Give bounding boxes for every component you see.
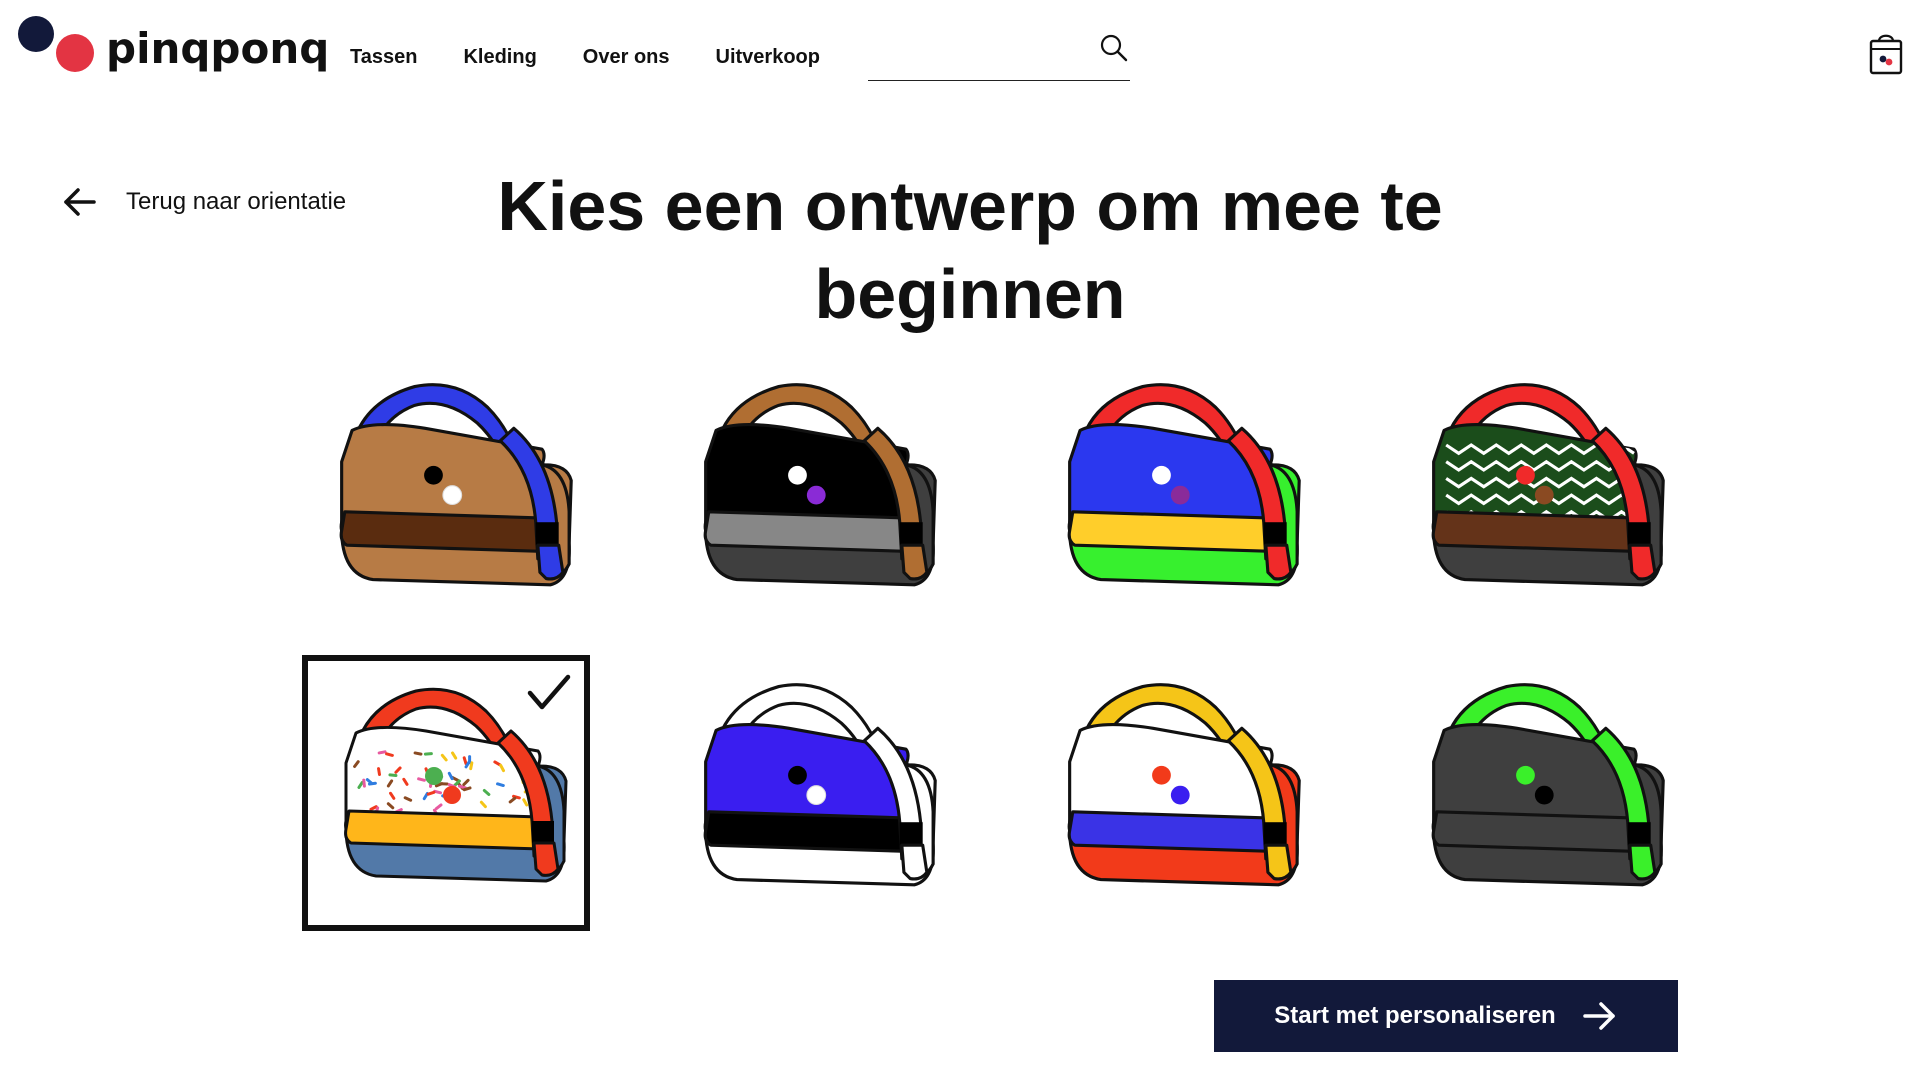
bag-illustration [1431,383,1665,587]
checkmark-icon [527,674,571,710]
design-option-5[interactable] [302,655,590,931]
logo-dots [16,14,96,74]
nav-item-uitverkoop[interactable]: Uitverkoop [716,46,820,69]
nav-item-tassen[interactable]: Tassen [350,46,417,69]
back-to-orientation-link[interactable]: Terug naar orientatie [60,182,346,222]
brand-logo[interactable]: pinqponq [16,14,329,74]
back-link-label: Terug naar orientatie [126,188,347,215]
start-personalizing-button[interactable]: Start met personaliseren [1214,980,1678,1052]
nav-item-kleding[interactable]: Kleding [463,46,536,69]
design-option-8[interactable] [1394,655,1682,931]
logo-dot-navy [18,16,54,52]
logo-dot-red [56,34,94,72]
design-option-4[interactable] [1394,355,1682,631]
bag-illustration [1067,683,1301,887]
bag-illustration [339,383,573,587]
bag-illustration [1067,383,1301,587]
design-option-1[interactable] [302,355,590,631]
bag-illustration [703,683,937,887]
bag-illustration [1431,683,1665,887]
cta-label: Start met personaliseren [1274,1002,1556,1029]
design-option-2[interactable] [666,355,954,631]
main-nav: Tassen Kleding Over ons Uitverkoop [350,46,866,69]
search-bar [868,26,1130,81]
search-icon[interactable] [1098,32,1130,64]
logo-wordmark: pinqponq [106,23,330,73]
design-option-6[interactable] [666,655,954,931]
nav-item-over-ons[interactable]: Over ons [583,46,670,69]
arrow-left-icon [64,188,96,216]
search-input[interactable] [868,32,1088,72]
bag-illustration [703,383,937,587]
arrow-right-icon [1582,1002,1615,1030]
site-header: pinqponq Tassen Kleding Over ons Uitverk… [0,0,1920,100]
design-option-3[interactable] [1030,355,1318,631]
page-title: Kies een ontwerp om mee te beginnen [497,167,1443,333]
design-option-7[interactable] [1030,655,1318,931]
shopping-bag-icon[interactable] [1868,32,1904,76]
design-grid [302,355,1682,935]
